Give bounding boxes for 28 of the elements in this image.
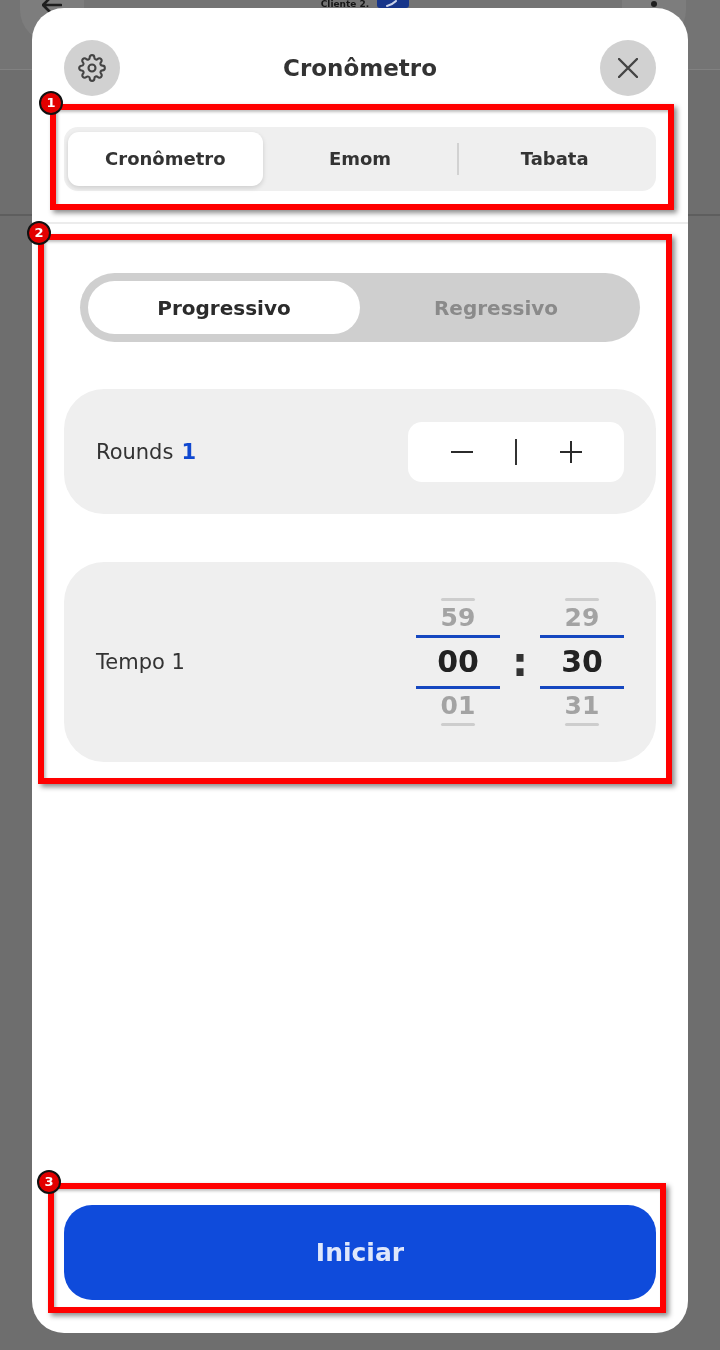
close-button[interactable] <box>600 40 656 96</box>
rounds-value: 1 <box>181 439 196 464</box>
selected-number[interactable]: 30 <box>540 635 624 689</box>
cut-number-drawing <box>441 598 475 601</box>
mode-tab[interactable]: Cronômetro <box>68 132 263 186</box>
cut-number-drawing <box>565 598 599 601</box>
toggle-option[interactable]: Progressivo <box>88 281 360 334</box>
plus-icon <box>559 440 582 463</box>
time-separator: : <box>511 642 529 682</box>
page-title: Cliente 2. <box>320 0 370 8</box>
settings-button[interactable] <box>64 40 120 96</box>
step-badge: 3 <box>37 1170 61 1194</box>
close-icon <box>618 58 638 78</box>
settings-icon <box>78 54 106 82</box>
dot-icon <box>651 1 657 7</box>
selected-number[interactable]: 00 <box>416 635 500 689</box>
step-badge: 2 <box>27 221 51 245</box>
app-badge-icon <box>377 0 410 8</box>
step-badge: 1 <box>39 91 63 115</box>
minus-icon <box>450 450 473 453</box>
rounds-label: Rounds <box>96 439 174 464</box>
cut-number-drawing <box>565 723 599 726</box>
time-label: Tempo 1 <box>96 650 185 674</box>
back-arrow-icon <box>42 0 62 14</box>
start-button[interactable]: Iniciar <box>64 1205 656 1300</box>
cut-number-drawing <box>441 723 475 726</box>
dialog-title: Cronômetro <box>283 56 437 80</box>
mode-tab[interactable]: Emom <box>262 132 458 186</box>
